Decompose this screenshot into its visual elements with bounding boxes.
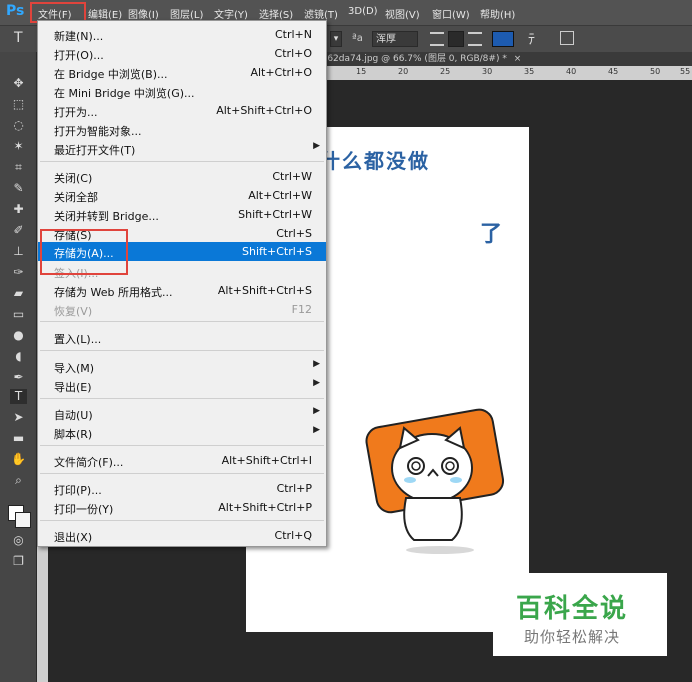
menu-separator xyxy=(40,350,324,351)
menu-item-print[interactable]: 打印(P)... Ctrl+P xyxy=(38,479,326,498)
menu-3d[interactable]: 3D(D) xyxy=(348,6,378,17)
align-center-icon[interactable] xyxy=(448,31,464,47)
magic-wand-tool-icon[interactable]: ✶ xyxy=(10,139,27,154)
menu-item-browse-mini-bridge[interactable]: 在 Mini Bridge 中浏览(G)... xyxy=(38,82,326,101)
chevron-down-icon[interactable]: ▾ xyxy=(330,31,342,47)
hand-tool-icon[interactable]: ✋ xyxy=(10,452,27,467)
chevron-right-icon: ▶ xyxy=(313,425,320,435)
menu-item-revert: 恢复(V) F12 xyxy=(54,303,312,318)
menu-item-browse-bridge[interactable]: 在 Bridge 中浏览(B)... Alt+Ctrl+O xyxy=(38,63,326,82)
ruler-tick: 15 xyxy=(356,67,367,76)
align-right-icon[interactable] xyxy=(468,32,482,46)
path-selection-tool-icon[interactable]: ➤ xyxy=(10,410,27,425)
ruler-tick: 25 xyxy=(440,67,451,76)
menu-item-open-smart-object[interactable]: 打开为智能对象... xyxy=(38,120,326,139)
menu-separator xyxy=(40,398,324,399)
clone-stamp-tool-icon[interactable]: ⊥ xyxy=(10,244,27,259)
ruler-tick: 30 xyxy=(482,67,493,76)
menu-select[interactable]: 选择(S) xyxy=(259,6,293,21)
menu-item-new[interactable]: 新建(N)... Ctrl+N xyxy=(38,25,326,44)
blur-tool-icon[interactable]: ● xyxy=(10,328,27,343)
chevron-right-icon: ▶ xyxy=(313,378,320,388)
menu-item-open[interactable]: 打开(O)... Ctrl+O xyxy=(38,44,326,63)
menu-item-automate[interactable]: 自动(U) ▶ xyxy=(38,404,326,423)
shape-tool-icon[interactable]: ▬ xyxy=(10,431,27,446)
lasso-tool-icon[interactable]: ◌ xyxy=(10,118,27,133)
menu-item-close-all[interactable]: 关闭全部 Alt+Ctrl+W xyxy=(38,186,326,205)
crop-tool-icon[interactable]: ⌗ xyxy=(10,160,27,175)
screen-mode-icon[interactable]: ❐ xyxy=(10,554,27,569)
menu-separator xyxy=(40,445,324,446)
menu-edit[interactable]: 编辑(E) xyxy=(88,6,122,21)
menu-item-close[interactable]: 关闭(C) Ctrl+W xyxy=(38,167,326,186)
watermark-subtitle: 助你轻松解决 xyxy=(524,628,621,646)
eyedropper-tool-icon[interactable]: ✎ xyxy=(10,181,27,196)
eraser-tool-icon[interactable]: ▰ xyxy=(10,286,27,301)
zoom-tool-icon[interactable]: ⌕ xyxy=(10,473,27,488)
menu-item-recent-files[interactable]: 最近打开文件(T) ▶ xyxy=(38,139,326,158)
ruler-tick: 40 xyxy=(566,67,577,76)
menu-layer[interactable]: 图层(L) xyxy=(170,6,203,21)
background-color-swatch[interactable] xyxy=(15,512,31,528)
menu-image[interactable]: 图像(I) xyxy=(128,6,159,21)
close-icon[interactable]: × xyxy=(514,54,522,64)
anti-alias-label: ªa xyxy=(352,33,363,44)
ruler-tick: 35 xyxy=(524,67,535,76)
watermark-title: 百科全说 xyxy=(516,594,629,624)
pen-tool-icon[interactable]: ✒ xyxy=(10,370,27,385)
menu-help[interactable]: 帮助(H) xyxy=(480,6,515,21)
chevron-right-icon: ▶ xyxy=(313,406,320,416)
menu-separator xyxy=(40,473,324,474)
marquee-tool-icon[interactable]: ⬚ xyxy=(10,97,27,112)
menu-item-scripts[interactable]: 脚本(R) ▶ xyxy=(38,423,326,442)
type-tool-icon[interactable]: T xyxy=(10,389,27,404)
healing-brush-tool-icon[interactable]: ✚ xyxy=(10,202,27,217)
menu-item-import[interactable]: 导入(M) ▶ xyxy=(38,357,326,376)
history-brush-tool-icon[interactable]: ✑ xyxy=(10,265,27,280)
menu-item-file-info[interactable]: 文件简介(F)... Alt+Shift+Ctrl+I xyxy=(38,451,326,470)
menu-separator xyxy=(40,321,324,322)
cat-illustration xyxy=(365,408,505,554)
menu-filter[interactable]: 滤镜(T) xyxy=(304,6,338,21)
menu-separator xyxy=(40,161,324,162)
quick-mask-icon[interactable]: ◎ xyxy=(10,533,27,548)
menu-item-save-for-web[interactable]: 存储为 Web 所用格式... Alt+Shift+Ctrl+S xyxy=(38,281,326,300)
menu-item-place[interactable]: 置入(L)... xyxy=(38,328,326,347)
chevron-right-icon: ▶ xyxy=(313,359,320,369)
move-tool-icon[interactable]: ✥ xyxy=(10,76,27,91)
text-color-swatch[interactable] xyxy=(492,31,514,47)
brush-tool-icon[interactable]: ✐ xyxy=(10,223,27,238)
type-tool-icon[interactable]: T xyxy=(14,30,32,48)
ruler-tick: 45 xyxy=(608,67,619,76)
annotation-box-save-as xyxy=(40,229,128,275)
menu-item-open-as[interactable]: 打开为... Alt+Shift+Ctrl+O xyxy=(38,101,326,120)
dodge-tool-icon[interactable]: ◖ xyxy=(10,349,27,364)
menu-type[interactable]: 文字(Y) xyxy=(214,6,248,21)
menu-item-exit[interactable]: 退出(X) Ctrl+Q xyxy=(38,526,326,545)
canvas-text-side: 了 xyxy=(480,222,503,247)
menu-separator xyxy=(40,520,324,521)
gradient-tool-icon[interactable]: ▭ xyxy=(10,307,27,322)
ruler-tick: 50 xyxy=(650,67,661,76)
anti-alias-select[interactable]: 浑厚 xyxy=(372,31,418,47)
ruler-tick: 55 xyxy=(680,67,691,76)
canvas-text-top: 什么都没做 xyxy=(320,149,430,173)
warp-text-icon[interactable]: ﾃ xyxy=(528,29,535,49)
menu-item-close-go-bridge[interactable]: 关闭并转到 Bridge... Shift+Ctrl+W xyxy=(38,205,326,224)
align-left-icon[interactable] xyxy=(430,32,444,46)
menu-view[interactable]: 视图(V) xyxy=(385,6,420,21)
ruler-tick: 20 xyxy=(398,67,409,76)
menu-item-print-one-copy[interactable]: 打印一份(Y) Alt+Shift+Ctrl+P xyxy=(38,498,326,517)
character-panel-icon[interactable] xyxy=(560,31,574,45)
menu-window[interactable]: 窗口(W) xyxy=(432,6,470,21)
chevron-right-icon: ▶ xyxy=(313,141,320,151)
file-menu-dropdown: 新建(N)... Ctrl+N 打开(O)... Ctrl+O 在 Bridge 中… xyxy=(37,20,327,547)
photoshop-logo-icon: Ps xyxy=(6,3,25,19)
menu-item-export[interactable]: 导出(E) ▶ xyxy=(38,376,326,395)
